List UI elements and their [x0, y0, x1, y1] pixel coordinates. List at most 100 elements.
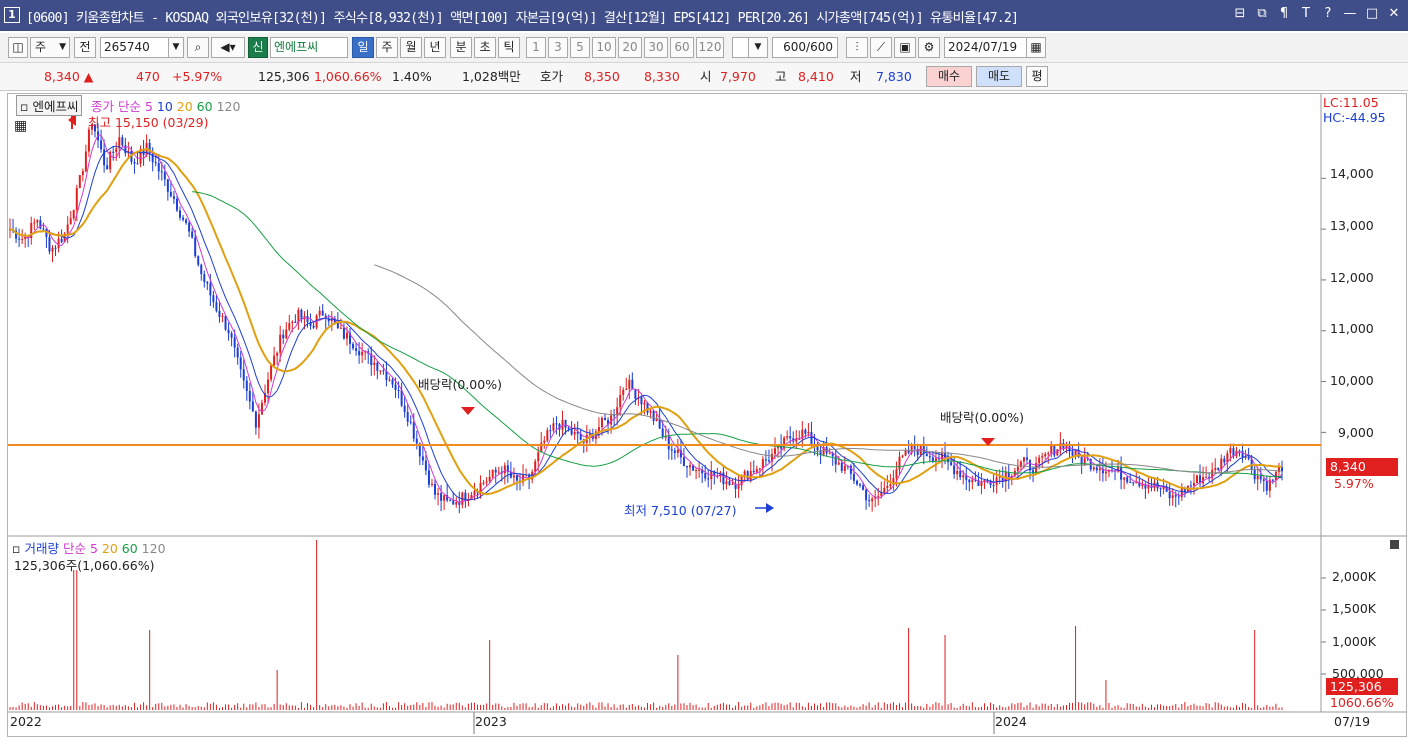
candle-body [743, 471, 746, 476]
vol-ma60-legend: 60 [121, 541, 138, 556]
candle-body [160, 171, 163, 173]
candle-body [257, 414, 260, 428]
candle-body [430, 483, 433, 485]
dividend-note-2: 배당락(0.00%) [940, 410, 1024, 425]
candle-body [279, 334, 282, 353]
vol-tick-2000k: 2,000K [1332, 569, 1376, 584]
y-tick-11000: 11,000 [1330, 321, 1374, 336]
candle-body [634, 389, 637, 399]
stock-tag-label: 엔에프씨 [32, 99, 79, 114]
candle-body [251, 401, 254, 412]
candle-body [42, 228, 45, 230]
candle-body [136, 163, 139, 165]
candle-body [1141, 484, 1144, 487]
ma-line-layer [9, 134, 1283, 504]
candle-body [840, 462, 843, 471]
candle-body [1095, 467, 1098, 471]
candle-body [537, 452, 540, 462]
candle-body [245, 380, 248, 391]
candle-body [421, 456, 424, 461]
candle-body [804, 429, 807, 434]
candle-body [673, 450, 676, 453]
candle-body [928, 456, 931, 458]
candle-body [950, 462, 953, 466]
candle-body [339, 327, 342, 329]
candle-body [1132, 482, 1135, 484]
candle-body [1159, 488, 1162, 490]
candle-body [695, 470, 698, 472]
candle-body [473, 491, 476, 496]
candle-body [564, 419, 567, 428]
candle-body [661, 428, 664, 437]
candle-body [172, 196, 175, 199]
dividend-marker-1 [461, 407, 475, 415]
candle-body [497, 471, 500, 473]
candle-body [397, 390, 400, 392]
candle-body [166, 179, 169, 192]
candle-body [689, 465, 692, 468]
candle-body [163, 172, 166, 180]
candle-body [1025, 457, 1028, 460]
candle-body [379, 370, 382, 372]
candle-body [215, 302, 218, 311]
ma5-line [9, 134, 1283, 504]
vol-ma20-legend: 20 [101, 541, 118, 556]
candle-body [685, 466, 688, 468]
candle-body [862, 485, 865, 490]
candle-body [710, 471, 713, 480]
candle-body [883, 487, 886, 493]
candle-body [871, 498, 874, 502]
candle-body [236, 347, 239, 358]
candle-body [810, 431, 813, 445]
candle-body [1214, 468, 1217, 470]
candle-body [78, 175, 81, 189]
candle-body [998, 476, 1001, 478]
candle-body [306, 315, 309, 322]
candle-body [859, 484, 862, 486]
candle-body [1080, 457, 1083, 465]
candle-body [1168, 491, 1171, 499]
candle-body [534, 461, 537, 472]
candle-body [54, 247, 57, 249]
candle-body [503, 465, 506, 474]
table-icon[interactable]: ▦ [14, 118, 27, 134]
candle-body [877, 495, 880, 497]
candle-body [373, 362, 376, 366]
candle-body [613, 415, 616, 417]
candle-body [868, 500, 871, 502]
candle-body [224, 315, 227, 330]
candle-body [546, 430, 549, 441]
candle-body [318, 310, 321, 316]
candle-body [886, 486, 889, 488]
candle-body [382, 370, 385, 372]
candle-body [276, 352, 279, 356]
candle-body [865, 489, 868, 501]
candle-body [837, 462, 840, 465]
candle-body [652, 410, 655, 422]
candle-body [767, 460, 770, 462]
candle-body [115, 148, 118, 153]
candle-body [300, 309, 303, 320]
stock-tag[interactable]: ▫ 엔에프씨 [16, 95, 83, 116]
candle-body [185, 219, 188, 223]
candle-body [898, 456, 901, 470]
candle-body [267, 379, 270, 394]
candle-body [218, 310, 221, 317]
candle-body [843, 465, 846, 471]
y-tick-13000: 13,000 [1330, 218, 1374, 233]
candle-body [619, 394, 622, 408]
candle-body [270, 365, 273, 380]
candle-body [789, 436, 792, 439]
candle-body [1192, 483, 1195, 486]
candle-body [72, 209, 75, 219]
candle-body [242, 369, 245, 381]
candle-body [485, 481, 488, 483]
last-volume-label: 125,306 [1330, 679, 1382, 694]
volume-current: 125,306주(1,060.66%) [14, 558, 155, 573]
candle-body [361, 351, 364, 356]
candle-body [643, 402, 646, 405]
x-tick-0719: 07/19 [1334, 714, 1371, 729]
candle-body [667, 436, 670, 450]
candle-body [248, 390, 251, 402]
candle-body [807, 431, 810, 434]
